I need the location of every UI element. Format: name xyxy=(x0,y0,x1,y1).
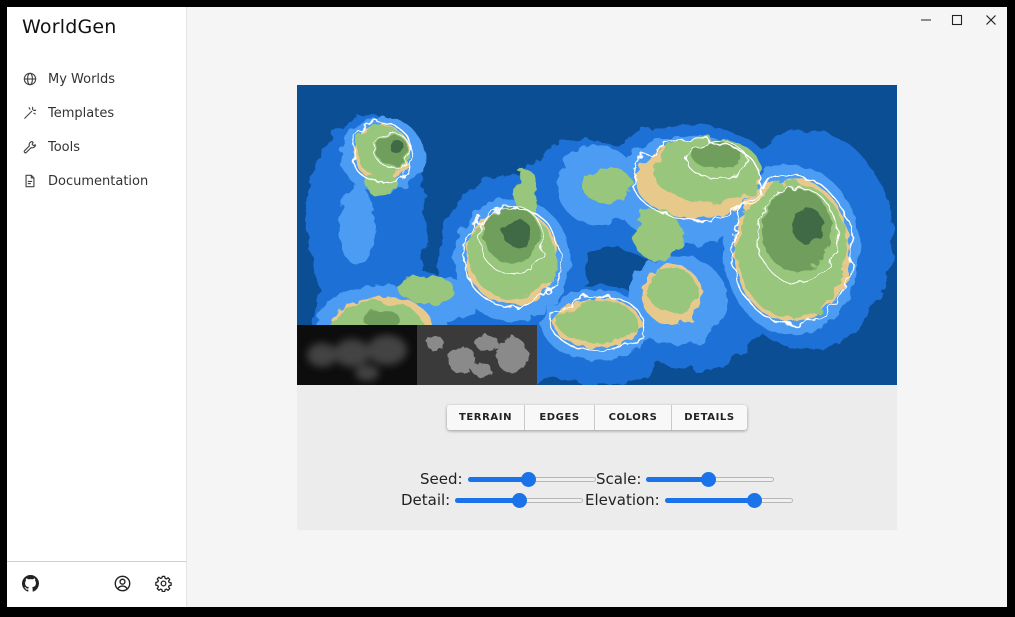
sidebar-item-label: My Worlds xyxy=(48,71,116,87)
sidebar: WorldGen My Worlds Templates Tools Docum… xyxy=(7,7,187,607)
elevation-label: Elevation: xyxy=(585,491,660,509)
sidebar-item-my-worlds[interactable]: My Worlds xyxy=(7,62,186,96)
gear-icon[interactable] xyxy=(154,574,172,592)
heightmap-preview-thumbnail[interactable] xyxy=(417,325,537,385)
app-window: WorldGen My Worlds Templates Tools Docum… xyxy=(7,7,1007,607)
wrench-icon xyxy=(22,139,38,155)
world-preview-panel: TERRAIN EDGES COLORS DETAILS Seed: Scale… xyxy=(297,85,897,530)
seed-control: Seed: xyxy=(420,470,596,488)
elevation-control: Elevation: xyxy=(585,491,793,509)
seed-slider[interactable] xyxy=(467,471,596,487)
maximize-icon xyxy=(951,11,963,30)
noise-preview-image xyxy=(297,325,417,385)
document-icon xyxy=(22,173,38,189)
heightmap-preview-image xyxy=(417,325,537,385)
scale-label: Scale: xyxy=(596,470,642,488)
sidebar-nav: My Worlds Templates Tools Documentation xyxy=(7,62,186,198)
maximize-button[interactable] xyxy=(944,10,970,30)
sidebar-footer xyxy=(7,561,186,607)
scale-control: Scale: xyxy=(596,470,775,488)
app-title: WorldGen xyxy=(22,16,117,38)
minimize-icon xyxy=(920,11,932,30)
github-icon[interactable] xyxy=(21,574,39,592)
globe-icon xyxy=(22,71,38,87)
detail-label: Detail: xyxy=(401,491,451,509)
detail-slider[interactable] xyxy=(455,492,584,508)
user-circle-icon[interactable] xyxy=(113,574,131,592)
details-button[interactable]: DETAILS xyxy=(672,405,747,430)
world-map[interactable] xyxy=(297,85,897,385)
layer-toolbar: TERRAIN EDGES COLORS DETAILS xyxy=(447,405,747,430)
sidebar-item-templates[interactable]: Templates xyxy=(7,96,186,130)
edges-button[interactable]: EDGES xyxy=(525,405,595,430)
scale-slider[interactable] xyxy=(646,471,775,487)
terrain-button[interactable]: TERRAIN xyxy=(447,405,525,430)
detail-control: Detail: xyxy=(401,491,584,509)
sidebar-item-label: Tools xyxy=(48,139,81,155)
noise-preview-thumbnail[interactable] xyxy=(297,325,417,385)
sidebar-item-tools[interactable]: Tools xyxy=(7,130,186,164)
close-icon xyxy=(985,11,997,30)
seed-label: Seed: xyxy=(420,470,463,488)
close-button[interactable] xyxy=(978,10,1004,30)
sidebar-item-label: Templates xyxy=(48,105,115,121)
sidebar-item-label: Documentation xyxy=(48,173,149,189)
colors-button[interactable]: COLORS xyxy=(595,405,672,430)
elevation-slider[interactable] xyxy=(664,492,793,508)
sidebar-item-documentation[interactable]: Documentation xyxy=(7,164,186,198)
minimize-button[interactable] xyxy=(913,10,939,30)
magic-wand-icon xyxy=(22,105,38,121)
